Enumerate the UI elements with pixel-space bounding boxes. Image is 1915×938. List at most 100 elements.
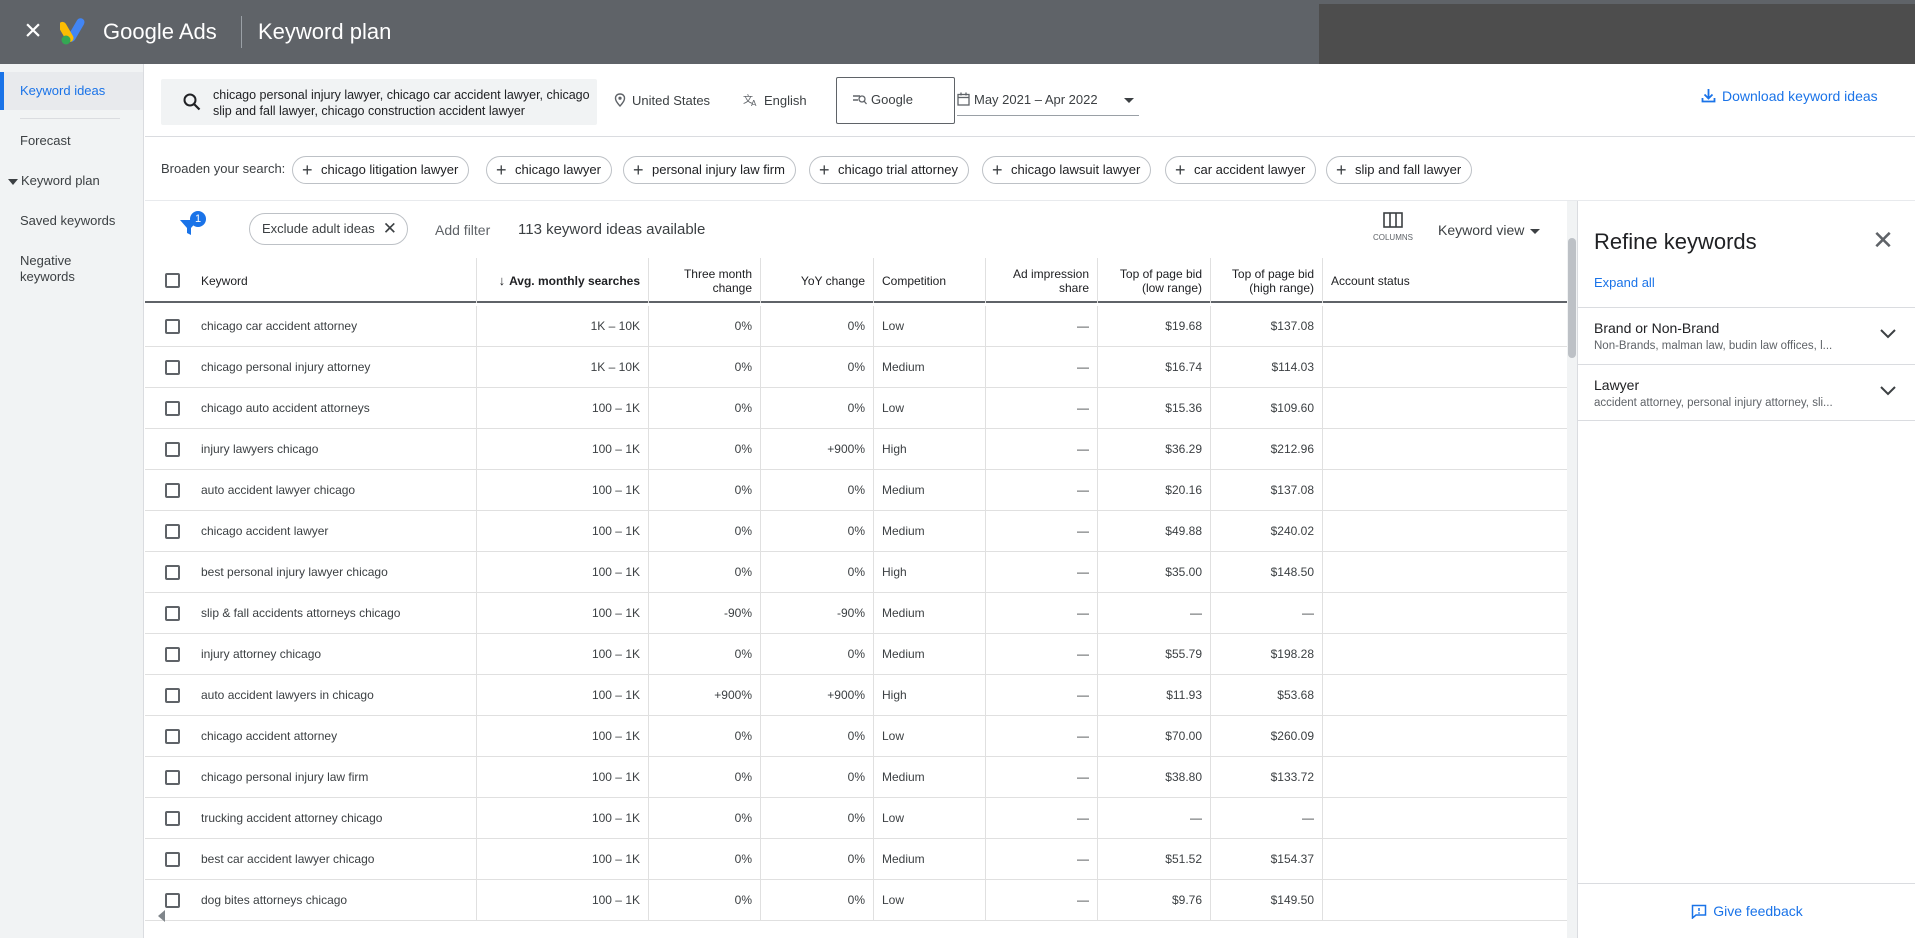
add-filter-button[interactable]: Add filter	[435, 222, 490, 238]
date-range-selector[interactable]: May 2021 – Apr 2022	[957, 84, 1139, 116]
table-row[interactable]: dog bites attorneys chicago 100 – 1K 0% 0% L…	[145, 880, 1569, 921]
competition-cell: Medium	[874, 757, 986, 798]
row-checkbox[interactable]	[165, 852, 180, 867]
refine-section-brand[interactable]: Brand or Non-Brand Non-Brands, malman la…	[1578, 307, 1915, 364]
account-status-cell	[1323, 511, 1569, 552]
expand-all-link[interactable]: Expand all	[1594, 275, 1655, 290]
sidebar-item-forecast[interactable]: Forecast	[0, 133, 143, 148]
bid-low-cell: $11.93	[1098, 675, 1211, 716]
account-status-cell	[1323, 716, 1569, 757]
bid-low-cell: —	[1098, 593, 1211, 634]
sidebar-item-label: Keyword plan	[21, 173, 100, 188]
table-row[interactable]: chicago personal injury attorney 1K – 10K…	[145, 347, 1569, 388]
row-checkbox[interactable]	[165, 319, 180, 334]
select-all-checkbox[interactable]	[165, 273, 180, 288]
bid-low-cell: $38.80	[1098, 757, 1211, 798]
competition-cell: Medium	[874, 511, 986, 552]
header-bid-high[interactable]: Top of page bid (high range)	[1211, 258, 1323, 303]
section-summary: Non-Brands, malman law, budin law office…	[1594, 340, 1833, 352]
table-row[interactable]: best car accident lawyer chicago 100 – 1K…	[145, 839, 1569, 880]
broaden-chip[interactable]: + chicago lawyer	[486, 156, 612, 184]
table-row[interactable]: trucking accident attorney chicago 100 – …	[145, 798, 1569, 839]
broaden-chip[interactable]: + car accident lawyer	[1165, 156, 1317, 184]
row-checkbox[interactable]	[165, 442, 180, 457]
sidebar-item-keyword-plan[interactable]: Keyword plan	[0, 173, 143, 188]
search-input[interactable]: chicago personal injury lawyer, chicago …	[161, 79, 597, 125]
bid-high-cell: $114.03	[1211, 347, 1323, 388]
broaden-chip[interactable]: + chicago lawsuit lawyer	[982, 156, 1152, 184]
scrollbar-thumb[interactable]	[1568, 238, 1576, 358]
checkbox-cell	[145, 634, 193, 675]
header-three-month-change[interactable]: Three month change	[649, 258, 761, 303]
columns-button[interactable]: COLUMNS	[1372, 212, 1414, 250]
row-checkbox[interactable]	[165, 606, 180, 621]
close-icon[interactable]: ✕	[383, 214, 397, 244]
refine-section-lawyer[interactable]: Lawyer accident attorney, personal injur…	[1578, 364, 1915, 421]
sidebar-item-saved-keywords[interactable]: Saved keywords	[0, 213, 143, 228]
three-month-cell: 0%	[649, 306, 761, 347]
row-checkbox[interactable]	[165, 360, 180, 375]
bid-low-cell: $55.79	[1098, 634, 1211, 675]
row-checkbox[interactable]	[165, 729, 180, 744]
checkbox-cell	[145, 347, 193, 388]
avg-searches-cell: 100 – 1K	[477, 593, 649, 634]
row-checkbox[interactable]	[165, 565, 180, 580]
sidebar-item-negative-keywords[interactable]: Negative keywords	[0, 253, 110, 285]
table-row[interactable]: chicago car accident attorney 1K – 10K 0% 0…	[145, 306, 1569, 347]
row-checkbox[interactable]	[165, 688, 180, 703]
network-selector[interactable]: Google	[836, 77, 955, 124]
broaden-chip[interactable]: + slip and fall lawyer	[1326, 156, 1473, 184]
table-row[interactable]: chicago accident attorney 100 – 1K 0% 0% Low…	[145, 716, 1569, 757]
header-yoy-change[interactable]: YoY change	[761, 258, 874, 303]
ad-share-cell: —	[986, 306, 1098, 347]
give-feedback-button[interactable]: Give feedback	[1578, 883, 1915, 938]
search-query: chicago personal injury lawyer, chicago …	[213, 88, 590, 118]
header-bid-low[interactable]: Top of page bid (low range)	[1098, 258, 1211, 303]
close-icon[interactable]: ✕	[1870, 227, 1896, 253]
close-icon[interactable]: ×	[20, 16, 46, 46]
header-keyword[interactable]: Keyword	[193, 258, 477, 303]
language-selector[interactable]: 文 A English	[743, 85, 807, 117]
account-status-cell	[1323, 388, 1569, 429]
row-checkbox[interactable]	[165, 811, 180, 826]
table-row[interactable]: chicago accident lawyer 100 – 1K 0% 0% Mediu…	[145, 511, 1569, 552]
table-row[interactable]: auto accident lawyers in chicago 100 – 1K…	[145, 675, 1569, 716]
download-keyword-ideas-button[interactable]: Download keyword ideas	[1701, 88, 1878, 104]
yoy-cell: 0%	[761, 634, 874, 675]
keyword-view-dropdown[interactable]: Keyword view	[1438, 222, 1541, 238]
broaden-chip[interactable]: + chicago litigation lawyer	[292, 156, 470, 184]
table-row[interactable]: best personal injury lawyer chicago 100 –…	[145, 552, 1569, 593]
account-status-cell	[1323, 675, 1569, 716]
plus-icon: +	[819, 160, 830, 180]
table-row[interactable]: injury attorney chicago 100 – 1K 0% 0% Mediu…	[145, 634, 1569, 675]
row-checkbox[interactable]	[165, 401, 180, 416]
row-checkbox[interactable]	[165, 893, 180, 908]
location-selector[interactable]: United States	[614, 85, 710, 117]
row-checkbox[interactable]	[165, 483, 180, 498]
row-checkbox[interactable]	[165, 647, 180, 662]
competition-cell: Medium	[874, 593, 986, 634]
search-icon	[183, 93, 201, 111]
sidebar-item-keyword-ideas[interactable]: Keyword ideas	[0, 72, 143, 110]
header-competition[interactable]: Competition	[874, 258, 986, 303]
checkbox-cell	[145, 675, 193, 716]
header-ad-impression-share[interactable]: Ad impression share	[986, 258, 1098, 303]
broaden-chip[interactable]: + personal injury law firm	[623, 156, 796, 184]
competition-cell: Low	[874, 388, 986, 429]
scroll-left-icon[interactable]	[156, 909, 166, 923]
header-avg-monthly-searches[interactable]: ↓ Avg. monthly searches	[477, 258, 649, 303]
exclude-adult-ideas-chip[interactable]: Exclude adult ideas ✕	[249, 213, 408, 245]
table-row[interactable]: chicago auto accident attorneys 100 – 1K 0…	[145, 388, 1569, 429]
table-row[interactable]: auto accident lawyer chicago 100 – 1K 0% 0%…	[145, 470, 1569, 511]
competition-cell: High	[874, 429, 986, 470]
keyword-cell: injury attorney chicago	[193, 634, 477, 675]
table-row[interactable]: slip & fall accidents attorneys chicago 1…	[145, 593, 1569, 634]
broaden-chip[interactable]: + chicago trial attorney	[809, 156, 969, 184]
row-checkbox[interactable]	[165, 770, 180, 785]
header-account-status[interactable]: Account status	[1323, 258, 1569, 303]
table-row[interactable]: injury lawyers chicago 100 – 1K 0% +900% Hig…	[145, 429, 1569, 470]
row-checkbox[interactable]	[165, 524, 180, 539]
three-month-cell: 0%	[649, 470, 761, 511]
bid-low-cell: $36.29	[1098, 429, 1211, 470]
table-row[interactable]: chicago personal injury law firm 100 – 1K…	[145, 757, 1569, 798]
